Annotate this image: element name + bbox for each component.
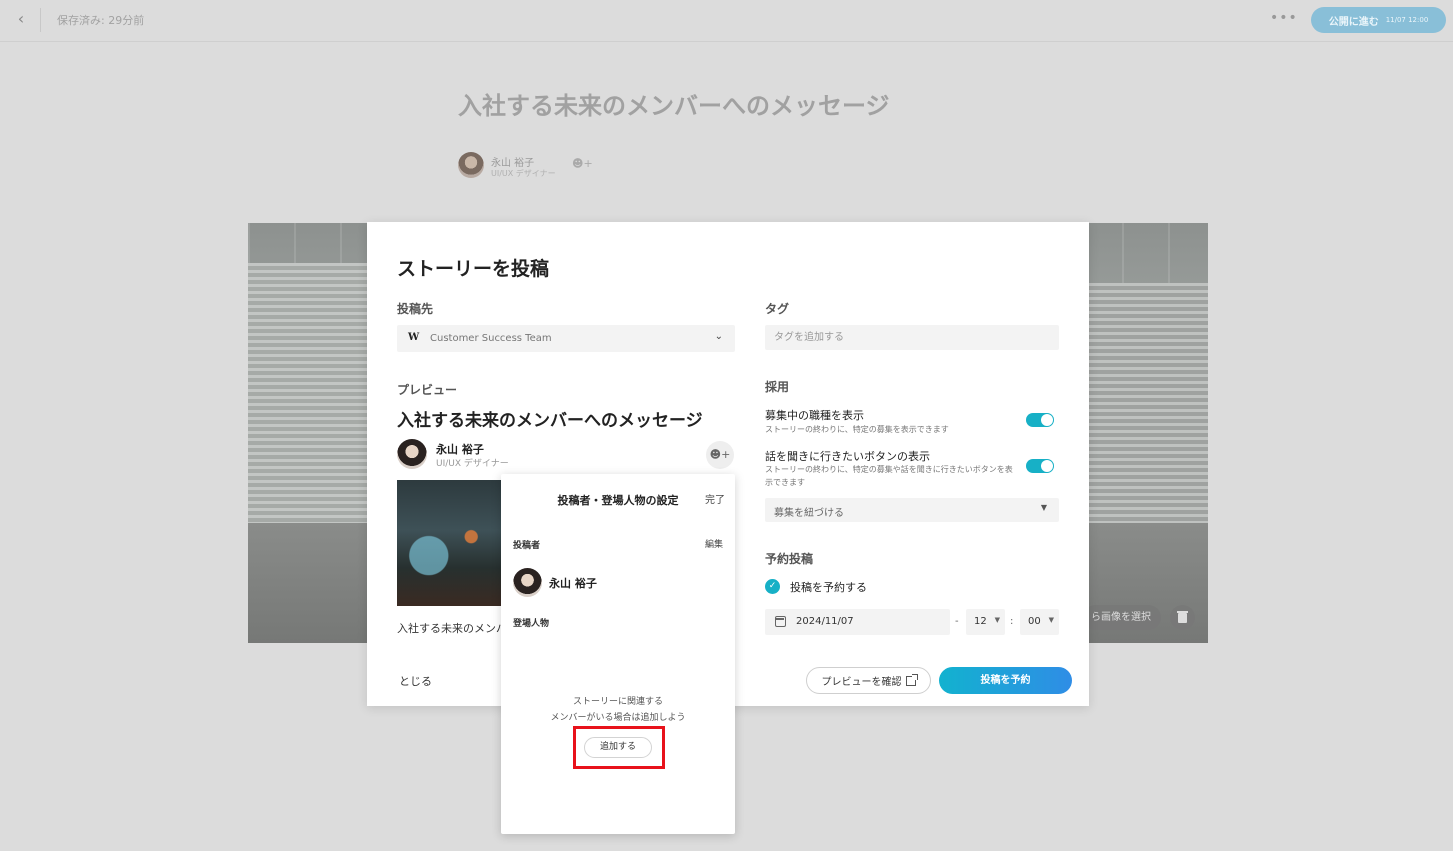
preview-thumbnail xyxy=(397,480,503,606)
popover-edit-button[interactable]: 編集 xyxy=(705,537,723,550)
publish-button[interactable]: 公開に進む 11/07 12:00 xyxy=(1311,7,1446,33)
minute-select[interactable]: 00 ▼ xyxy=(1020,609,1059,635)
preview-confirm-button[interactable]: プレビューを確認 xyxy=(806,667,931,694)
caret-down-icon: ▼ xyxy=(1040,503,1047,512)
calendar-icon xyxy=(775,616,786,627)
schedule-post-button[interactable]: 投稿を予約 xyxy=(939,667,1072,694)
cover-window-right xyxy=(1088,283,1208,543)
link-recruitment-select[interactable]: 募集を紐づける ▼ xyxy=(765,498,1059,522)
more-options-icon[interactable]: ••• xyxy=(1270,10,1297,30)
add-person-icon[interactable]: ☻+ xyxy=(706,441,734,469)
date-time-separator: - xyxy=(955,616,959,627)
tag-label: タグ xyxy=(765,302,790,316)
popover-empty-line2: メンバーがいる場合は追加しよう xyxy=(550,713,686,723)
cover-window-left xyxy=(248,263,368,523)
hour-select[interactable]: 12 ▼ xyxy=(966,609,1005,635)
close-button[interactable]: とじる xyxy=(399,673,432,689)
popover-done-button[interactable]: 完了 xyxy=(705,491,725,506)
popover-author-name: 永山 裕子 xyxy=(549,577,597,590)
article-author-name: 永山 裕子 xyxy=(491,158,535,169)
schedule-checkbox-label[interactable]: 投稿を予約する xyxy=(790,579,867,595)
saved-status: 保存済み: 29分前 xyxy=(57,14,145,27)
article-author-avatar xyxy=(458,152,484,178)
author-settings-popover: 投稿者・登場人物の設定 完了 投稿者 編集 永山 裕子 登場人物 ストーリーに関… xyxy=(501,474,735,834)
link-recruitment-placeholder: 募集を紐づける xyxy=(774,508,844,519)
recruit-label: 採用 xyxy=(765,380,790,394)
preview-author-avatar xyxy=(397,439,427,469)
topbar-divider xyxy=(40,8,41,32)
popover-empty-line1: ストーリーに関連する xyxy=(572,697,663,707)
preview-title: 入社する未来のメンバーへのメッセージ xyxy=(397,411,703,431)
trash-icon[interactable] xyxy=(1170,605,1195,630)
schedule-checkbox[interactable]: ✓ xyxy=(765,579,780,594)
team-logo-icon: W xyxy=(408,332,420,343)
schedule-date-value: 2024/11/07 xyxy=(796,616,854,627)
schedule-label: 予約投稿 xyxy=(765,552,814,566)
preview-label: プレビュー xyxy=(397,383,458,397)
preview-confirm-label: プレビューを確認 xyxy=(821,677,902,688)
preview-author-name: 永山 裕子 xyxy=(436,443,484,456)
post-target-label: 投稿先 xyxy=(397,302,434,316)
popover-author-avatar xyxy=(513,568,542,597)
show-jobs-toggle[interactable] xyxy=(1026,413,1054,427)
visit-button-title: 話を聞きに行きたいボタンの表示 xyxy=(765,450,930,463)
back-arrow-icon[interactable]: ‹ xyxy=(8,6,34,32)
minute-value: 00 xyxy=(1028,616,1041,627)
visit-button-toggle[interactable] xyxy=(1026,459,1054,473)
tag-input[interactable] xyxy=(765,325,1059,350)
caret-down-icon: ▼ xyxy=(1048,616,1054,624)
popover-characters-label: 登場人物 xyxy=(513,619,550,629)
time-separator: : xyxy=(1010,616,1014,627)
highlight-annotation xyxy=(573,726,665,769)
article-author-role: UI/UX デザイナー xyxy=(491,169,556,178)
add-author-icon[interactable]: ☻+ xyxy=(572,157,593,170)
popover-author-label: 投稿者 xyxy=(513,541,541,551)
show-jobs-title: 募集中の職種を表示 xyxy=(765,409,864,422)
show-jobs-desc: ストーリーの終わりに、特定の募集を表示できます xyxy=(765,425,949,434)
editor-topbar: ‹ 保存済み: 29分前 ••• 公開に進む 11/07 12:00 xyxy=(0,0,1453,42)
select-cover-image-button[interactable]: ら画像を選択 xyxy=(1083,605,1161,630)
external-link-icon xyxy=(905,673,918,686)
preview-author-role: UI/UX デザイナー xyxy=(436,459,509,469)
article-title[interactable]: 入社する未来のメンバーへのメッセージ xyxy=(458,86,890,121)
post-target-select[interactable]: W Customer Success Team ⌄ xyxy=(397,325,735,352)
caret-down-icon: ▼ xyxy=(994,616,1000,624)
modal-title: ストーリーを投稿 xyxy=(397,258,550,280)
popover-empty-message: ストーリーに関連する メンバーがいる場合は追加しよう xyxy=(501,694,735,726)
schedule-date-input[interactable]: 2024/11/07 xyxy=(765,609,950,635)
publish-button-label: 公開に進む xyxy=(1328,16,1379,28)
publish-button-date: 11/07 12:00 xyxy=(1385,16,1429,24)
popover-title: 投稿者・登場人物の設定 xyxy=(557,494,679,507)
hour-value: 12 xyxy=(974,616,987,627)
team-name: Customer Success Team xyxy=(430,333,552,344)
visit-button-desc: ストーリーの終わりに、特定の募集や話を聞きに行きたいボタンを表示できます xyxy=(765,465,1013,487)
chevron-down-icon: ⌄ xyxy=(714,331,723,342)
